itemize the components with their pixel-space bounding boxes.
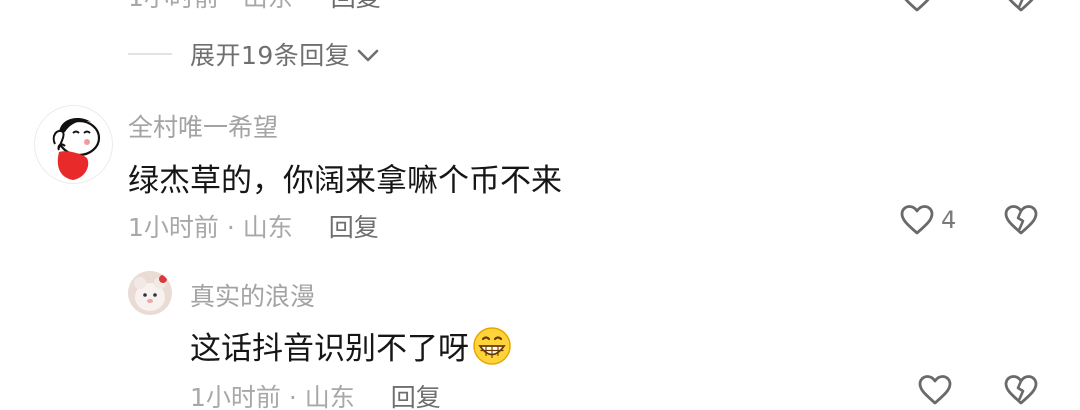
avatar-image xyxy=(52,118,101,180)
reply-button[interactable]: 回复 xyxy=(391,378,441,410)
dislike-button[interactable] xyxy=(1004,205,1038,235)
expand-replies-label: 展开19条回复 xyxy=(190,41,351,70)
comment-list: 1小时前 · 山东回复 2 展开19条回复 xyxy=(0,0,1080,410)
broken-heart-icon xyxy=(1008,0,1034,12)
previous-comment-meta: 1小时前 · 山东 回复 xyxy=(128,0,381,12)
heart-outline-icon xyxy=(900,205,934,235)
avatar[interactable] xyxy=(128,271,172,315)
reply-button[interactable]: 回复 xyxy=(329,208,379,244)
reply-username[interactable]: 真实的浪漫 xyxy=(190,277,315,313)
broken-heart-icon xyxy=(1004,375,1038,405)
comment-time-location: 1小时前 · 山东 xyxy=(128,213,293,242)
avatar[interactable] xyxy=(34,105,113,184)
comment-meta: 1小时前 · 山东 回复 xyxy=(128,208,379,244)
comment-username[interactable]: 全村唯一希望 xyxy=(128,108,278,144)
like-button[interactable]: 4 xyxy=(900,205,956,235)
reply-meta: 1小时前 · 山东 回复 xyxy=(190,378,441,410)
heart-outline-icon xyxy=(904,0,930,12)
broken-heart-icon xyxy=(1004,205,1038,235)
avatar-image xyxy=(128,271,172,315)
like-button[interactable] xyxy=(918,375,952,405)
previous-reply-button[interactable]: 回复 xyxy=(331,0,381,12)
reply-text: 这话抖音识别不了呀 xyxy=(190,323,513,368)
previous-comment-time-location: 1小时前 · 山东 xyxy=(128,0,293,12)
previous-like-button[interactable] xyxy=(900,0,934,16)
dislike-button[interactable] xyxy=(1004,375,1038,405)
comment-text-content: 绿杰草的，你阔来拿嘛个币不来 xyxy=(128,163,562,199)
expand-replies-button[interactable]: 展开19条回复 xyxy=(128,34,380,74)
like-count: 4 xyxy=(941,206,957,234)
grinning-face-emoji xyxy=(473,326,511,365)
expand-divider-line xyxy=(128,53,172,55)
heart-outline-icon xyxy=(918,375,952,405)
previous-dislike-button[interactable] xyxy=(1004,0,1038,16)
reply-time-location: 1小时前 · 山东 xyxy=(190,383,355,410)
previous-like-count: 2 xyxy=(938,0,953,6)
reply-text-content: 这话抖音识别不了呀 xyxy=(190,331,469,367)
chevron-down-icon xyxy=(358,49,379,61)
comment-text: 绿杰草的，你阔来拿嘛个币不来 xyxy=(128,155,562,200)
